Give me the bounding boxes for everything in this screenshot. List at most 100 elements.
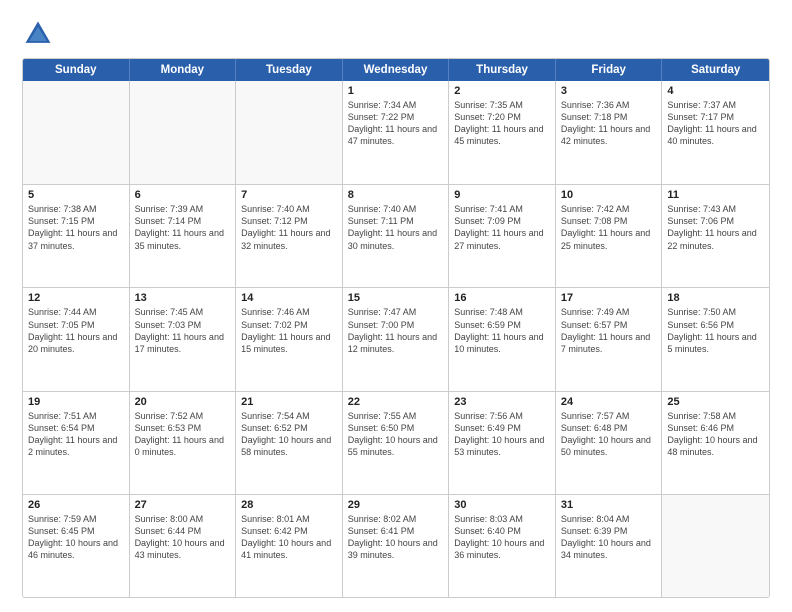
day-number: 28 [241, 499, 337, 511]
calendar-cell-empty [23, 81, 130, 184]
header-day-monday: Monday [130, 59, 237, 81]
header-day-tuesday: Tuesday [236, 59, 343, 81]
cell-info: Sunrise: 7:42 AM Sunset: 7:08 PM Dayligh… [561, 203, 657, 252]
cell-info: Sunrise: 8:02 AM Sunset: 6:41 PM Dayligh… [348, 513, 444, 562]
cell-info: Sunrise: 7:50 AM Sunset: 6:56 PM Dayligh… [667, 306, 764, 355]
cell-info: Sunrise: 7:35 AM Sunset: 7:20 PM Dayligh… [454, 99, 550, 148]
cell-info: Sunrise: 8:01 AM Sunset: 6:42 PM Dayligh… [241, 513, 337, 562]
calendar-cell-16: 16Sunrise: 7:48 AM Sunset: 6:59 PM Dayli… [449, 288, 556, 390]
calendar-cell-21: 21 Sunrise: 7:54 AM Sunset: 6:52 PM Dayli… [236, 392, 343, 494]
calendar: SundayMondayTuesdayWednesdayThursdayFrid… [22, 58, 770, 598]
cell-info: Sunrise: 7:52 AM Sunset: 6:53 PM Dayligh… [135, 410, 231, 459]
calendar-cell-31: 31 Sunrise: 8:04 AM Sunset: 6:39 PM Dayli… [556, 495, 663, 597]
cell-info: Sunrise: 7:56 AM Sunset: 6:49 PM Dayligh… [454, 410, 550, 459]
day-number: 19 [28, 396, 124, 408]
calendar-cell-5: 5Sunrise: 7:38 AM Sunset: 7:15 PM Daylig… [23, 185, 130, 287]
cell-info: Sunrise: 7:47 AM Sunset: 7:00 PM Dayligh… [348, 306, 444, 355]
calendar-body: 1 Sunrise: 7:34 AM Sunset: 7:22 PM Daylig… [23, 81, 769, 597]
day-number: 7 [241, 189, 337, 201]
calendar-cell-29: 29 Sunrise: 8:02 AM Sunset: 6:41 PM Dayli… [343, 495, 450, 597]
calendar-cell-18: 18 Sunrise: 7:50 AM Sunset: 6:56 PM Dayli… [662, 288, 769, 390]
calendar-cell-6: 6 Sunrise: 7:39 AM Sunset: 7:14 PM Daylig… [130, 185, 237, 287]
cell-info: Sunrise: 7:40 AM Sunset: 7:12 PM Dayligh… [241, 203, 337, 252]
calendar-cell-25: 25Sunrise: 7:58 AM Sunset: 6:46 PM Dayli… [662, 392, 769, 494]
cell-info: Sunrise: 7:39 AM Sunset: 7:14 PM Dayligh… [135, 203, 231, 252]
day-number: 10 [561, 189, 657, 201]
calendar-cell-30: 30 Sunrise: 8:03 AM Sunset: 6:40 PM Dayli… [449, 495, 556, 597]
day-number: 11 [667, 189, 764, 201]
day-number: 24 [561, 396, 657, 408]
calendar-row-4: 19 Sunrise: 7:51 AM Sunset: 6:54 PM Dayli… [23, 391, 769, 494]
cell-info: Sunrise: 8:04 AM Sunset: 6:39 PM Dayligh… [561, 513, 657, 562]
calendar-cell-7: 7 Sunrise: 7:40 AM Sunset: 7:12 PM Daylig… [236, 185, 343, 287]
day-number: 26 [28, 499, 124, 511]
day-number: 29 [348, 499, 444, 511]
cell-info: Sunrise: 7:41 AM Sunset: 7:09 PM Dayligh… [454, 203, 550, 252]
calendar-cell-9: 9 Sunrise: 7:41 AM Sunset: 7:09 PM Daylig… [449, 185, 556, 287]
day-number: 30 [454, 499, 550, 511]
header-day-wednesday: Wednesday [343, 59, 450, 81]
cell-info: Sunrise: 8:00 AM Sunset: 6:44 PM Dayligh… [135, 513, 231, 562]
calendar-cell-27: 27 Sunrise: 8:00 AM Sunset: 6:44 PM Dayli… [130, 495, 237, 597]
calendar-cell-10: 10 Sunrise: 7:42 AM Sunset: 7:08 PM Dayli… [556, 185, 663, 287]
cell-info: Sunrise: 7:36 AM Sunset: 7:18 PM Dayligh… [561, 99, 657, 148]
day-number: 14 [241, 292, 337, 304]
day-number: 23 [454, 396, 550, 408]
calendar-cell-empty [662, 495, 769, 597]
header [22, 18, 770, 50]
calendar-header: SundayMondayTuesdayWednesdayThursdayFrid… [23, 59, 769, 81]
calendar-cell-24: 24 Sunrise: 7:57 AM Sunset: 6:48 PM Dayli… [556, 392, 663, 494]
day-number: 25 [667, 396, 764, 408]
calendar-cell-2: 2Sunrise: 7:35 AM Sunset: 7:20 PM Daylig… [449, 81, 556, 184]
calendar-cell-19: 19 Sunrise: 7:51 AM Sunset: 6:54 PM Dayli… [23, 392, 130, 494]
calendar-cell-empty [236, 81, 343, 184]
day-number: 18 [667, 292, 764, 304]
cell-info: Sunrise: 7:44 AM Sunset: 7:05 PM Dayligh… [28, 306, 124, 355]
day-number: 6 [135, 189, 231, 201]
cell-info: Sunrise: 7:57 AM Sunset: 6:48 PM Dayligh… [561, 410, 657, 459]
day-number: 17 [561, 292, 657, 304]
calendar-cell-1: 1 Sunrise: 7:34 AM Sunset: 7:22 PM Daylig… [343, 81, 450, 184]
calendar-cell-11: 11 Sunrise: 7:43 AM Sunset: 7:06 PM Dayli… [662, 185, 769, 287]
day-number: 12 [28, 292, 124, 304]
calendar-cell-empty [130, 81, 237, 184]
day-number: 9 [454, 189, 550, 201]
day-number: 1 [348, 85, 444, 97]
logo-icon [22, 18, 54, 50]
calendar-cell-22: 22 Sunrise: 7:55 AM Sunset: 6:50 PM Dayli… [343, 392, 450, 494]
cell-info: Sunrise: 7:43 AM Sunset: 7:06 PM Dayligh… [667, 203, 764, 252]
day-number: 13 [135, 292, 231, 304]
day-number: 3 [561, 85, 657, 97]
calendar-cell-8: 8 Sunrise: 7:40 AM Sunset: 7:11 PM Daylig… [343, 185, 450, 287]
cell-info: Sunrise: 7:34 AM Sunset: 7:22 PM Dayligh… [348, 99, 444, 148]
calendar-cell-14: 14 Sunrise: 7:46 AM Sunset: 7:02 PM Dayli… [236, 288, 343, 390]
header-day-saturday: Saturday [662, 59, 769, 81]
calendar-row-1: 1 Sunrise: 7:34 AM Sunset: 7:22 PM Daylig… [23, 81, 769, 184]
calendar-cell-26: 26Sunrise: 7:59 AM Sunset: 6:45 PM Dayli… [23, 495, 130, 597]
day-number: 8 [348, 189, 444, 201]
calendar-cell-13: 13Sunrise: 7:45 AM Sunset: 7:03 PM Dayli… [130, 288, 237, 390]
calendar-cell-3: 3 Sunrise: 7:36 AM Sunset: 7:18 PM Daylig… [556, 81, 663, 184]
cell-info: Sunrise: 7:55 AM Sunset: 6:50 PM Dayligh… [348, 410, 444, 459]
calendar-cell-4: 4 Sunrise: 7:37 AM Sunset: 7:17 PM Daylig… [662, 81, 769, 184]
day-number: 22 [348, 396, 444, 408]
cell-info: Sunrise: 7:37 AM Sunset: 7:17 PM Dayligh… [667, 99, 764, 148]
cell-info: Sunrise: 7:54 AM Sunset: 6:52 PM Dayligh… [241, 410, 337, 459]
cell-info: Sunrise: 7:38 AM Sunset: 7:15 PM Dayligh… [28, 203, 124, 252]
calendar-cell-23: 23 Sunrise: 7:56 AM Sunset: 6:49 PM Dayli… [449, 392, 556, 494]
calendar-row-3: 12 Sunrise: 7:44 AM Sunset: 7:05 PM Dayli… [23, 287, 769, 390]
day-number: 4 [667, 85, 764, 97]
header-day-sunday: Sunday [23, 59, 130, 81]
cell-info: Sunrise: 7:40 AM Sunset: 7:11 PM Dayligh… [348, 203, 444, 252]
calendar-cell-15: 15Sunrise: 7:47 AM Sunset: 7:00 PM Dayli… [343, 288, 450, 390]
cell-info: Sunrise: 7:46 AM Sunset: 7:02 PM Dayligh… [241, 306, 337, 355]
day-number: 21 [241, 396, 337, 408]
calendar-cell-12: 12 Sunrise: 7:44 AM Sunset: 7:05 PM Dayli… [23, 288, 130, 390]
day-number: 27 [135, 499, 231, 511]
cell-info: Sunrise: 7:51 AM Sunset: 6:54 PM Dayligh… [28, 410, 124, 459]
header-day-thursday: Thursday [449, 59, 556, 81]
cell-info: Sunrise: 8:03 AM Sunset: 6:40 PM Dayligh… [454, 513, 550, 562]
calendar-cell-28: 28 Sunrise: 8:01 AM Sunset: 6:42 PM Dayli… [236, 495, 343, 597]
calendar-row-2: 5Sunrise: 7:38 AM Sunset: 7:15 PM Daylig… [23, 184, 769, 287]
day-number: 31 [561, 499, 657, 511]
